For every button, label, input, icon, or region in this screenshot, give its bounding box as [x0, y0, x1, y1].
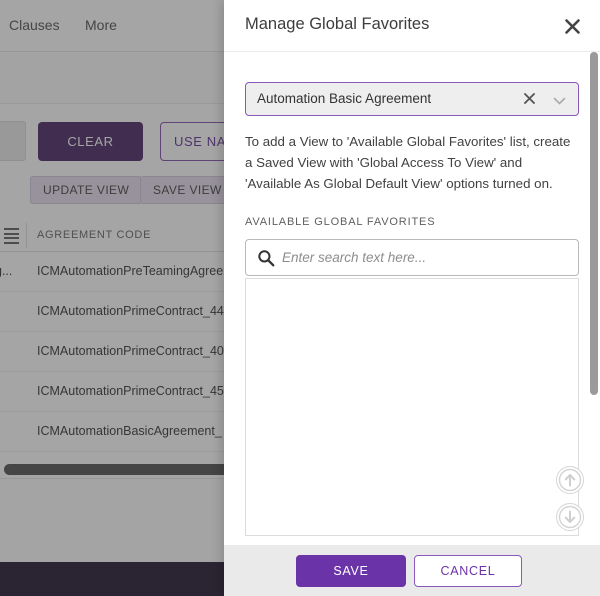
row-agreement-code: ICMAutomationPreTeamingAgree: [37, 264, 223, 278]
vertical-scrollbar-thumb[interactable]: [590, 52, 598, 395]
clear-selection-icon[interactable]: [520, 91, 538, 109]
background-view-row: UPDATE VIEW SAVE VIEW AS: [0, 170, 240, 212]
hamburger-icon[interactable]: [4, 228, 19, 241]
row-agreement-code: ICMAutomationPrimeContract_44: [37, 304, 224, 318]
search-input[interactable]: [282, 240, 570, 275]
arrow-down-circle-icon[interactable]: [556, 503, 584, 531]
column-header-agreement-code: AGREEMENT CODE: [37, 229, 151, 241]
cancel-button[interactable]: CANCEL: [414, 555, 522, 587]
dialog-title: Manage Global Favorites: [245, 15, 429, 34]
dialog-header: Manage Global Favorites: [224, 0, 600, 52]
dialog-footer: SAVE CANCEL: [224, 545, 600, 596]
available-favorites-list[interactable]: [245, 278, 579, 536]
row-agreement-code: ICMAutomationPrimeContract_40: [37, 344, 224, 358]
available-global-favorites-label: AVAILABLE GLOBAL FAVORITES: [245, 216, 579, 228]
update-view-button[interactable]: UPDATE VIEW: [30, 176, 142, 204]
chevron-down-icon[interactable]: [552, 94, 566, 106]
screen: Clauses More CLEAR USE NATU UPDATE VIEW …: [0, 0, 600, 596]
search-icon: [257, 249, 275, 267]
select-selected-value: Automation Basic Agreement: [257, 91, 431, 106]
row-agreement-code: ICMAutomationPrimeContract_45: [37, 384, 224, 398]
table-header: AGREEMENT CODE: [0, 219, 240, 252]
favorite-view-select[interactable]: Automation Basic Agreement: [245, 82, 579, 116]
row-prefix: g...: [0, 264, 12, 278]
dialog-body: Automation Basic Agreement To add a View…: [224, 52, 600, 545]
table-row[interactable]: ICMAutomationBasicAgreement_: [0, 412, 240, 452]
background-lower-panel: [0, 478, 240, 562]
close-icon[interactable]: [557, 11, 587, 41]
header-divider: [26, 223, 27, 248]
table-row[interactable]: ICMAutomationPrimeContract_45: [0, 372, 240, 412]
row-agreement-code: ICMAutomationBasicAgreement_: [37, 424, 222, 438]
background-tab-bar: Clauses More: [0, 0, 240, 52]
arrow-up-circle-icon[interactable]: [556, 466, 584, 494]
save-button[interactable]: SAVE: [296, 555, 406, 587]
tab-clauses[interactable]: Clauses: [9, 17, 60, 33]
favorites-search-box[interactable]: [245, 239, 579, 276]
manage-global-favorites-dialog: Manage Global Favorites Automation Basic…: [224, 0, 600, 596]
background-action-row: CLEAR USE NATU: [0, 104, 240, 170]
tab-more[interactable]: More: [85, 17, 117, 33]
reorder-controls: [556, 466, 584, 531]
horizontal-scrollbar[interactable]: [4, 464, 232, 475]
background-filter-strip: [0, 52, 240, 104]
table-row[interactable]: ICMAutomationPrimeContract_44: [0, 292, 240, 332]
background-footer-bar: [0, 562, 240, 596]
background-search-field[interactable]: [0, 121, 26, 161]
dialog-description: To add a View to 'Available Global Favor…: [245, 131, 579, 194]
clear-button[interactable]: CLEAR: [38, 122, 143, 161]
table-row[interactable]: ICMAutomationPrimeContract_40: [0, 332, 240, 372]
table-row[interactable]: g... ICMAutomationPreTeamingAgree: [0, 252, 240, 292]
